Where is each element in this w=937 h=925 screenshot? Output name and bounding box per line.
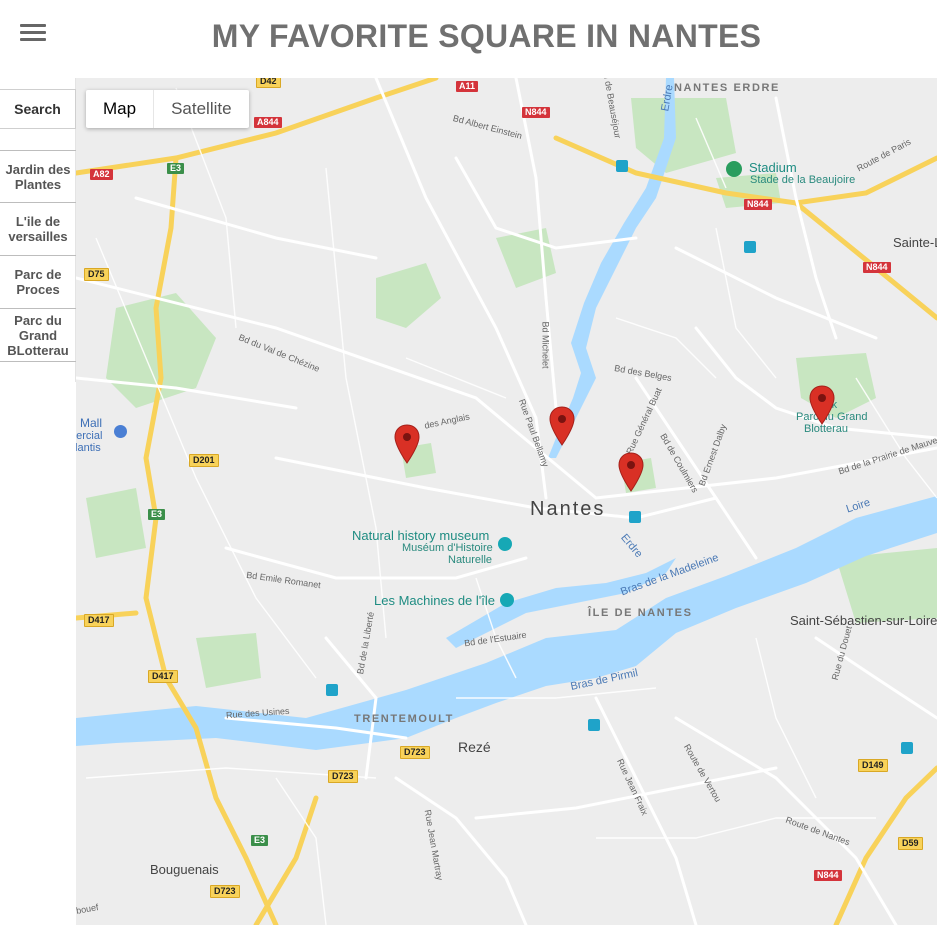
map-marker-parc-du-grand-blotterau[interactable] [809, 385, 835, 425]
road-shield-e3: E3 [148, 509, 166, 520]
road-shield-e3: E3 [167, 163, 185, 174]
tram-icon[interactable] [901, 742, 913, 754]
road-shield-d42: D42 [256, 78, 281, 88]
map-label-stadium[interactable]: Stadium [749, 160, 797, 175]
road-shield-a844: A844 [254, 117, 282, 128]
map[interactable]: Map Satellite A11 N844 N844 N844 N844 A8… [76, 78, 937, 925]
map-label-sainte-luce: Sainte-L [893, 235, 937, 250]
street-label: Bd Michelet [540, 321, 551, 369]
road-shield-d723: D723 [328, 770, 358, 783]
shopping-icon[interactable] [114, 425, 127, 438]
road-shield-d723: D723 [400, 746, 430, 759]
museum-icon[interactable] [498, 537, 512, 551]
map-canvas [76, 78, 937, 925]
map-marker-parc-de-proces[interactable] [394, 424, 420, 464]
map-label-nantes-erdre: NANTES ERDRE [674, 82, 780, 94]
place-item-ile-de-versailles[interactable]: L'ile de versailles [0, 203, 76, 256]
map-label-machines[interactable]: Les Machines de l'île [374, 593, 495, 608]
search-button[interactable]: Search [0, 89, 76, 129]
tram-icon[interactable] [744, 241, 756, 253]
place-item-parc-du-grand-blotterau[interactable]: Parc du Grand BLotterau [0, 309, 76, 362]
map-label-mall-1: g Mall [76, 416, 103, 430]
tram-icon[interactable] [616, 160, 628, 172]
map-type-control: Map Satellite [86, 90, 249, 128]
road-shield-n844: N844 [814, 870, 842, 881]
road-shield-d723: D723 [210, 885, 240, 898]
map-label-mall-3: tlantis [76, 442, 101, 454]
road-shield-n844: N844 [863, 262, 891, 273]
map-type-map-button[interactable]: Map [86, 90, 155, 128]
road-shield-d201: D201 [189, 454, 219, 467]
place-list: Jardin des Plantes L'ile de versailles P… [0, 150, 76, 362]
road-shield-n844: N844 [744, 199, 772, 210]
map-label-bouguenais: Bouguenais [150, 862, 219, 877]
place-item-parc-de-proces[interactable]: Parc de Proces [0, 256, 76, 309]
map-label-museum-fr-2: Naturelle [448, 554, 493, 566]
map-label-nantes: Nantes [530, 498, 606, 520]
place-item-jardin-des-plantes[interactable]: Jardin des Plantes [0, 150, 76, 203]
road-shield-d417: D417 [148, 670, 178, 683]
road-shield-d149: D149 [858, 759, 888, 772]
sidebar: Search Jardin des Plantes L'ile de versa… [0, 78, 76, 382]
map-label-saint-sebastien: Saint-Sébastien-sur-Loire [790, 613, 937, 628]
map-label-ile-de-nantes: ÎLE DE NANTES [588, 607, 693, 619]
map-marker-jardin-des-plantes[interactable] [618, 452, 644, 492]
map-label-museum[interactable]: Natural history museum [352, 528, 489, 543]
tram-icon[interactable] [629, 511, 641, 523]
tram-icon[interactable] [326, 684, 338, 696]
road-shield-a82: A82 [90, 169, 113, 180]
attraction-icon[interactable] [500, 593, 514, 607]
header: MY FAVORITE SQUARE IN NANTES [0, 0, 937, 78]
tram-icon[interactable] [588, 719, 600, 731]
road-shield-a11: A11 [456, 81, 479, 92]
map-label-stade-beaujoire: Stade de la Beaujoire [750, 174, 856, 186]
map-label-reze: Rezé [458, 739, 491, 755]
road-shield-d417: D417 [84, 614, 114, 627]
road-shield-d59: D59 [898, 837, 923, 850]
road-shield-n844: N844 [522, 107, 550, 118]
map-marker-ile-de-versailles[interactable] [549, 406, 575, 446]
road-shield-d75: D75 [84, 268, 109, 281]
map-type-satellite-button[interactable]: Satellite [154, 90, 248, 128]
road-shield-e3: E3 [251, 835, 269, 846]
stadium-icon[interactable] [726, 161, 742, 177]
map-label-trentemoult: TRENTEMOULT [354, 713, 454, 725]
page-title: MY FAVORITE SQUARE IN NANTES [211, 18, 762, 54]
